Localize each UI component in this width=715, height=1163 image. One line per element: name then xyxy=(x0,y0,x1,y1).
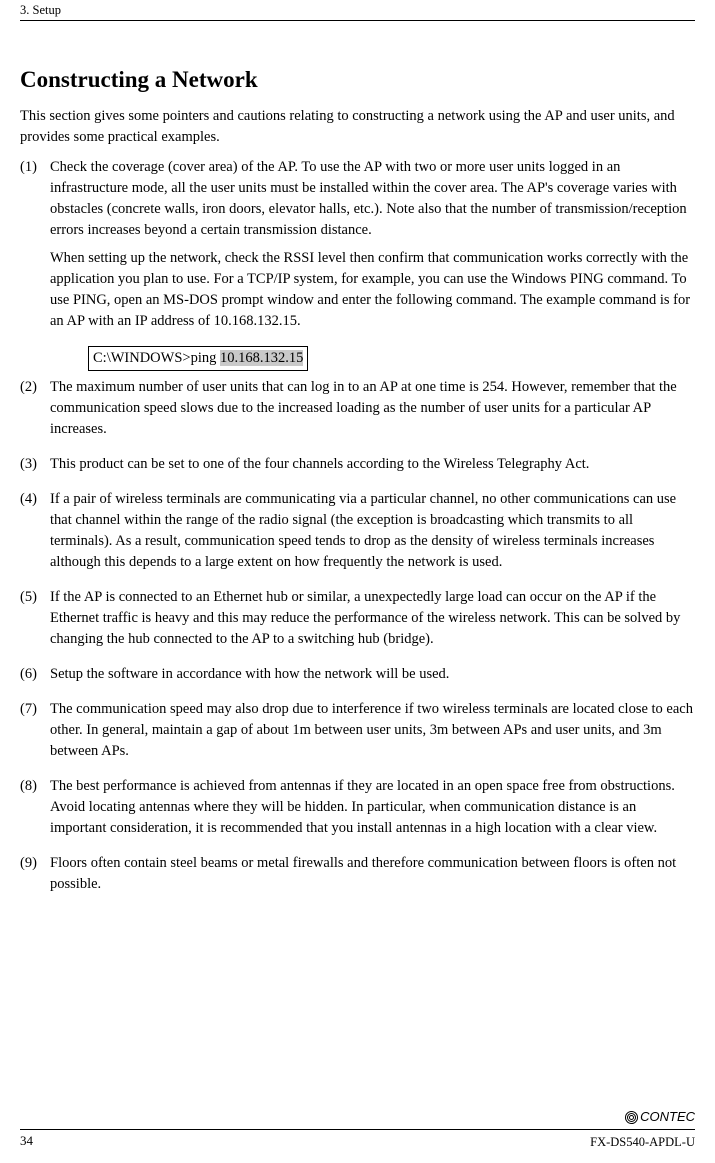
body-text: The best performance is achieved from an… xyxy=(50,776,695,839)
code-example: C:\WINDOWS>ping 10.168.132.15 xyxy=(88,346,308,371)
brand-name: CONTEC xyxy=(640,1109,695,1124)
brand-logo-icon xyxy=(625,1111,638,1124)
list-number: (8) xyxy=(20,776,50,846)
code-highlight: 10.168.132.15 xyxy=(220,350,303,366)
list-number: (5) xyxy=(20,587,50,657)
body-text: The communication speed may also drop du… xyxy=(50,699,695,762)
list-item: (3) This product can be set to one of th… xyxy=(20,454,695,482)
list-item: (2) The maximum number of user units tha… xyxy=(20,377,695,447)
body-text: When setting up the network, check the R… xyxy=(50,248,695,332)
list-item: (7) The communication speed may also dro… xyxy=(20,699,695,769)
list-item: (8) The best performance is achieved fro… xyxy=(20,776,695,846)
body-text: This product can be set to one of the fo… xyxy=(50,454,695,475)
list-item: (9) Floors often contain steel beams or … xyxy=(20,853,695,902)
list-number: (2) xyxy=(20,377,50,447)
list-item: (1) Check the coverage (cover area) of t… xyxy=(20,157,695,339)
header-section-label: 3. Setup xyxy=(20,3,61,17)
body-text: Floors often contain steel beams or meta… xyxy=(50,853,695,895)
list-number: (3) xyxy=(20,454,50,482)
code-example-row: C:\WINDOWS>ping 10.168.132.15 xyxy=(20,346,695,371)
model-number: FX-DS540-APDL-U xyxy=(590,1133,695,1151)
page-header: 3. Setup xyxy=(20,0,695,21)
list-number: (6) xyxy=(20,664,50,692)
intro-paragraph: This section gives some pointers and cau… xyxy=(20,106,695,148)
list-number: (7) xyxy=(20,699,50,769)
list-number: (9) xyxy=(20,853,50,902)
list-item: (5) If the AP is connected to an Etherne… xyxy=(20,587,695,657)
list-item: (6) Setup the software in accordance wit… xyxy=(20,664,695,692)
body-text: If a pair of wireless terminals are comm… xyxy=(50,489,695,573)
page-title: Constructing a Network xyxy=(20,63,695,96)
body-text: Setup the software in accordance with ho… xyxy=(50,664,695,685)
code-prefix: C:\WINDOWS>ping xyxy=(93,350,220,366)
page-number: 34 xyxy=(20,1132,33,1151)
list-item: (4) If a pair of wireless terminals are … xyxy=(20,489,695,580)
body-text: The maximum number of user units that ca… xyxy=(50,377,695,440)
list-number: (1) xyxy=(20,157,50,339)
list-number: (4) xyxy=(20,489,50,580)
body-text: If the AP is connected to an Ethernet hu… xyxy=(50,587,695,650)
page-footer: CONTEC 34 FX-DS540-APDL-U xyxy=(20,1107,695,1151)
body-text: Check the coverage (cover area) of the A… xyxy=(50,157,695,241)
